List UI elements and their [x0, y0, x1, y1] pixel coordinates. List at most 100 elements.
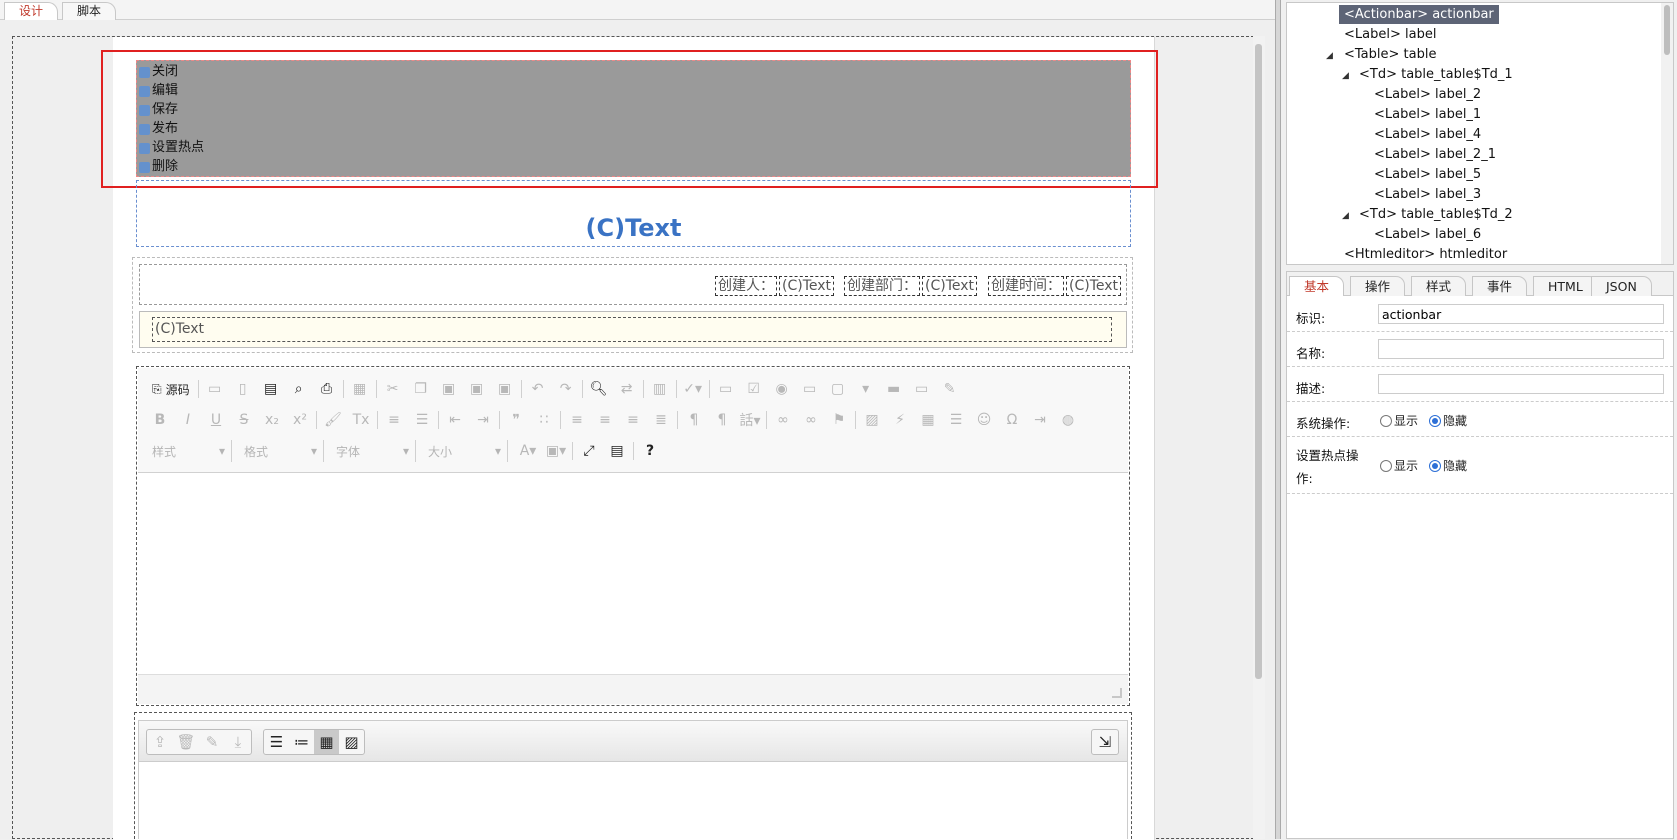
style-combo[interactable]: 样式 ▾ — [146, 440, 232, 462]
iframe-icon[interactable]: ◍ — [1054, 408, 1082, 432]
select-icon[interactable]: ▾ — [852, 377, 880, 401]
resize-grip-icon[interactable] — [1112, 688, 1122, 698]
special-char-icon[interactable]: Ω — [998, 408, 1026, 432]
new-page-icon[interactable]: ▯ — [229, 377, 257, 401]
expand-icon[interactable]: ⇲ — [1092, 730, 1118, 754]
tree-node-td-2[interactable]: <Td> table_table$Td_2 — [1359, 205, 1513, 224]
sysop-show-radio[interactable]: 显示 — [1380, 412, 1418, 429]
time-label[interactable]: 创建时间： — [988, 276, 1064, 296]
undo-icon[interactable]: ↶ — [524, 377, 552, 401]
smiley-icon[interactable]: ☺ — [970, 408, 998, 432]
panel-splitter[interactable] — [1275, 0, 1281, 839]
tab-design[interactable]: 设计 — [4, 2, 59, 20]
textarea-icon[interactable]: ▢ — [824, 377, 852, 401]
trash-icon[interactable]: 🗑︎ — [173, 730, 199, 754]
sysop-hide-radio[interactable]: 隐藏 — [1429, 412, 1467, 429]
redo-icon[interactable]: ↷ — [552, 377, 580, 401]
collapse-arrow-icon[interactable]: ◢ — [1342, 211, 1349, 221]
remove-format-icon[interactable]: Tx — [347, 408, 375, 432]
title-label-box[interactable]: (C)Text — [136, 180, 1131, 247]
download-icon[interactable]: ⤓ — [225, 730, 251, 754]
tab-events[interactable]: 事件 — [1472, 276, 1528, 296]
attachment-widget[interactable]: ⇪ 🗑︎ ✎ ⤓ ☰ ≔ ▦ ▨ ⇲ — [134, 712, 1132, 839]
paste-word-icon[interactable]: ▣ — [491, 377, 519, 401]
form-icon[interactable]: ▭ — [712, 377, 740, 401]
indent-icon[interactable]: ⇥ — [469, 408, 497, 432]
horizontal-line-icon[interactable]: ☰ — [942, 408, 970, 432]
tree-node-label-2[interactable]: <Label> label_2 — [1374, 85, 1481, 104]
tree-node-label-1[interactable]: <Label> label_1 — [1374, 105, 1481, 124]
div-icon[interactable]: ∷ — [530, 408, 558, 432]
tab-style[interactable]: 样式 — [1411, 276, 1467, 296]
tab-basic[interactable]: 基本 — [1289, 276, 1345, 296]
list-view-icon[interactable]: ☰ — [264, 730, 289, 754]
tree-node-label-2-1[interactable]: <Label> label_2_1 — [1374, 145, 1496, 164]
ltr-icon[interactable]: ¶ — [680, 408, 708, 432]
spellcheck-icon[interactable]: ✓▾ — [679, 377, 707, 401]
tab-json[interactable]: JSON — [1591, 276, 1652, 296]
button-icon[interactable]: ▬ — [880, 377, 908, 401]
editor-content-area[interactable] — [138, 474, 1128, 674]
find-icon[interactable]: 🔍︎ — [585, 377, 613, 401]
tree-node-label-3[interactable]: <Label> label_3 — [1374, 185, 1481, 204]
copy-format-icon[interactable]: 🖌︎ — [319, 408, 347, 432]
creator-label[interactable]: 创建人： — [715, 276, 777, 296]
replace-icon[interactable]: ⇄ — [613, 377, 641, 401]
pdf-icon[interactable]: ▤ — [257, 377, 285, 401]
tab-script[interactable]: 脚本 — [62, 2, 117, 20]
textfield-icon[interactable]: ▭ — [796, 377, 824, 401]
blockquote-icon[interactable]: ❞ — [502, 408, 530, 432]
subscript-icon[interactable]: x₂ — [258, 408, 286, 432]
upload-icon[interactable]: ⇪ — [147, 730, 173, 754]
page-break-icon[interactable]: ⇥ — [1026, 408, 1054, 432]
tab-html[interactable]: HTML — [1533, 276, 1598, 296]
maximize-icon[interactable]: ⤢ — [575, 439, 603, 463]
select-all-icon[interactable]: ▥ — [646, 377, 674, 401]
tab-operations[interactable]: 操作 — [1350, 276, 1406, 296]
hidden-field-icon[interactable]: ✎ — [936, 377, 964, 401]
outdent-icon[interactable]: ⇤ — [441, 408, 469, 432]
help-icon[interactable]: ? — [636, 439, 664, 463]
tree-node-label[interactable]: <Label> label — [1344, 25, 1436, 44]
detail-view-icon[interactable]: ≔ — [289, 730, 314, 754]
format-combo[interactable]: 格式 ▾ — [238, 440, 324, 462]
rtl-icon[interactable]: ¶ — [708, 408, 736, 432]
paste-icon[interactable]: ▣ — [435, 377, 463, 401]
anchor-icon[interactable]: ⚑ — [825, 408, 853, 432]
tree-node-table[interactable]: <Table> table — [1344, 45, 1436, 64]
text-label[interactable]: (C)Text — [152, 317, 1112, 342]
dept-label[interactable]: 创建部门： — [844, 276, 920, 296]
tree-node-actionbar[interactable]: <Actionbar> actionbar — [1339, 5, 1499, 24]
name-field[interactable] — [1378, 339, 1664, 359]
tree-node-label-4[interactable]: <Label> label_4 — [1374, 125, 1481, 144]
link-icon[interactable]: ∞ — [769, 408, 797, 432]
dept-value[interactable]: (C)Text — [922, 276, 978, 296]
superscript-icon[interactable]: x² — [286, 408, 314, 432]
tree-node-htmleditor[interactable]: <Htmleditor> htmleditor — [1344, 245, 1507, 264]
align-right-icon[interactable]: ≡ — [619, 408, 647, 432]
image-icon[interactable]: ▨ — [858, 408, 886, 432]
preview-icon[interactable]: ⌕ — [285, 377, 313, 401]
size-combo[interactable]: 大小 ▾ — [422, 440, 508, 462]
html-editor[interactable]: ⎘ 源码 ▭ ▯ ▤ ⌕ ⎙ ▦ ✂ ❐ ▣ ▣ ▣ ↶ ↷ 🔍︎ ⇄ ▥ ✓▾… — [136, 366, 1130, 706]
bulleted-list-icon[interactable]: ☰ — [408, 408, 436, 432]
tree-scrollbar[interactable] — [1661, 3, 1673, 264]
cut-icon[interactable]: ✂ — [379, 377, 407, 401]
info-row[interactable] — [139, 264, 1127, 305]
edit-icon[interactable]: ✎ — [199, 730, 225, 754]
italic-icon[interactable]: I — [174, 408, 202, 432]
bold-icon[interactable]: B — [146, 408, 174, 432]
canvas-scrollbar[interactable] — [1253, 36, 1265, 839]
copy-icon[interactable]: ❐ — [407, 377, 435, 401]
align-left-icon[interactable]: ≡ — [563, 408, 591, 432]
tree-node-label-5[interactable]: <Label> label_5 — [1374, 165, 1481, 184]
unlink-icon[interactable]: ∞ — [797, 408, 825, 432]
bg-color-icon[interactable]: ▣▾ — [542, 439, 570, 463]
hotspot-show-radio[interactable]: 显示 — [1380, 457, 1418, 474]
grid-view-icon[interactable]: ▦ — [314, 730, 339, 754]
tree-node-label-6[interactable]: <Label> label_6 — [1374, 225, 1481, 244]
flash-icon[interactable]: ⚡ — [886, 408, 914, 432]
print-icon[interactable]: ⎙ — [313, 377, 341, 401]
checkbox-icon[interactable]: ☑ — [740, 377, 768, 401]
collapse-arrow-icon[interactable]: ◢ — [1342, 71, 1349, 81]
